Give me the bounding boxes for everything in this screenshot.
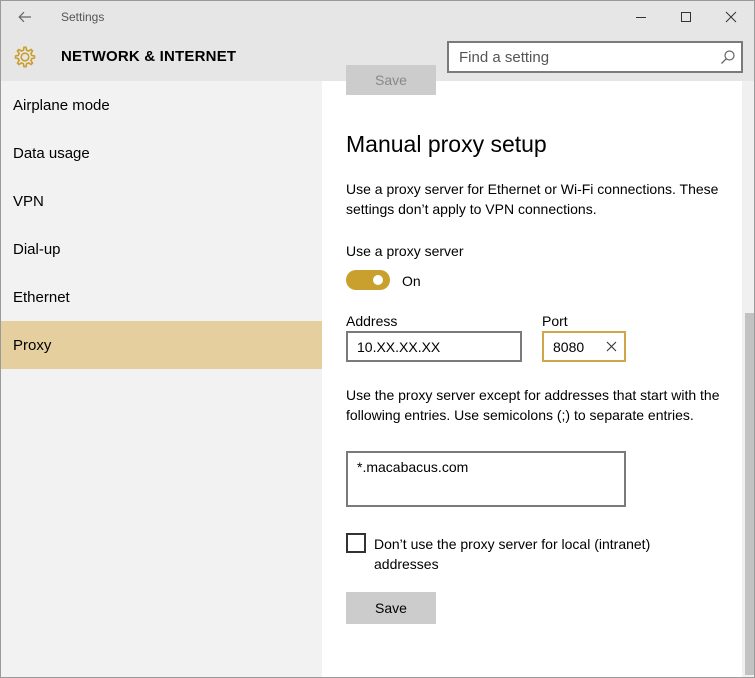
- sidebar-item-data-usage[interactable]: Data usage: [1, 129, 322, 177]
- maximize-icon: [681, 12, 691, 22]
- local-bypass-label: Don’t use the proxy server for local (in…: [374, 536, 651, 572]
- sidebar-item-label: VPN: [13, 192, 44, 210]
- sidebar-item-label: Dial-up: [13, 240, 61, 258]
- minimize-button[interactable]: [618, 1, 664, 33]
- main-content: Save Manual proxy setup Use a proxy serv…: [322, 65, 742, 677]
- clear-icon[interactable]: [606, 341, 617, 352]
- local-bypass-checkbox[interactable]: [346, 533, 366, 553]
- maximize-button[interactable]: [663, 1, 709, 33]
- settings-window: Settings NETWORK & INTERNET Find a setti…: [0, 0, 755, 678]
- exceptions-field[interactable]: *.macabacus.com: [348, 453, 624, 505]
- sidebar-item-proxy[interactable]: Proxy: [1, 321, 322, 369]
- section-title: Manual proxy setup: [346, 131, 547, 157]
- proxy-toggle[interactable]: [346, 270, 390, 290]
- address-field[interactable]: [348, 333, 520, 360]
- sidebar-item-label: Ethernet: [13, 288, 70, 306]
- port-field[interactable]: [544, 333, 600, 360]
- sidebar-item-label: Data usage: [13, 144, 90, 162]
- search-input[interactable]: [449, 43, 709, 71]
- search-box[interactable]: [447, 41, 743, 73]
- scrollbar-thumb[interactable]: [745, 313, 754, 675]
- save-button-scrolled[interactable]: Save: [346, 65, 436, 95]
- port-field-box[interactable]: [542, 331, 626, 362]
- gear-icon: [14, 46, 36, 68]
- proxy-toggle-label: Use a proxy server: [346, 243, 464, 259]
- address-field-box[interactable]: [346, 331, 522, 362]
- minimize-icon: [636, 17, 646, 18]
- save-button[interactable]: Save: [346, 592, 436, 624]
- sidebar-item-dial-up[interactable]: Dial-up: [1, 225, 322, 273]
- sidebar-item-airplane-mode[interactable]: Airplane mode: [1, 81, 322, 129]
- scrollbar[interactable]: [742, 81, 754, 677]
- title-bar: Settings: [1, 1, 754, 33]
- proxy-toggle-state: On: [402, 273, 421, 289]
- proxy-description: Use a proxy server for Ethernet or Wi-Fi…: [346, 181, 719, 217]
- sidebar-item-label: Proxy: [13, 336, 52, 354]
- sidebar-item-label: Airplane mode: [13, 96, 110, 114]
- sidebar: Airplane mode Data usage VPN Dial-up Eth…: [1, 81, 322, 677]
- page-title: NETWORK & INTERNET: [61, 48, 237, 65]
- close-button[interactable]: [708, 1, 754, 33]
- back-arrow-icon: [18, 11, 31, 23]
- address-label: Address: [346, 313, 398, 329]
- toggle-knob: [373, 275, 383, 285]
- close-icon: [725, 11, 737, 23]
- sidebar-item-ethernet[interactable]: Ethernet: [1, 273, 322, 321]
- search-icon[interactable]: [720, 49, 736, 65]
- window-title: Settings: [61, 10, 105, 24]
- sidebar-item-vpn[interactable]: VPN: [1, 177, 322, 225]
- exceptions-description: Use the proxy server except for addresse…: [346, 387, 720, 423]
- port-label: Port: [542, 313, 568, 329]
- exceptions-field-box[interactable]: *.macabacus.com: [346, 451, 626, 507]
- back-button[interactable]: [9, 5, 41, 29]
